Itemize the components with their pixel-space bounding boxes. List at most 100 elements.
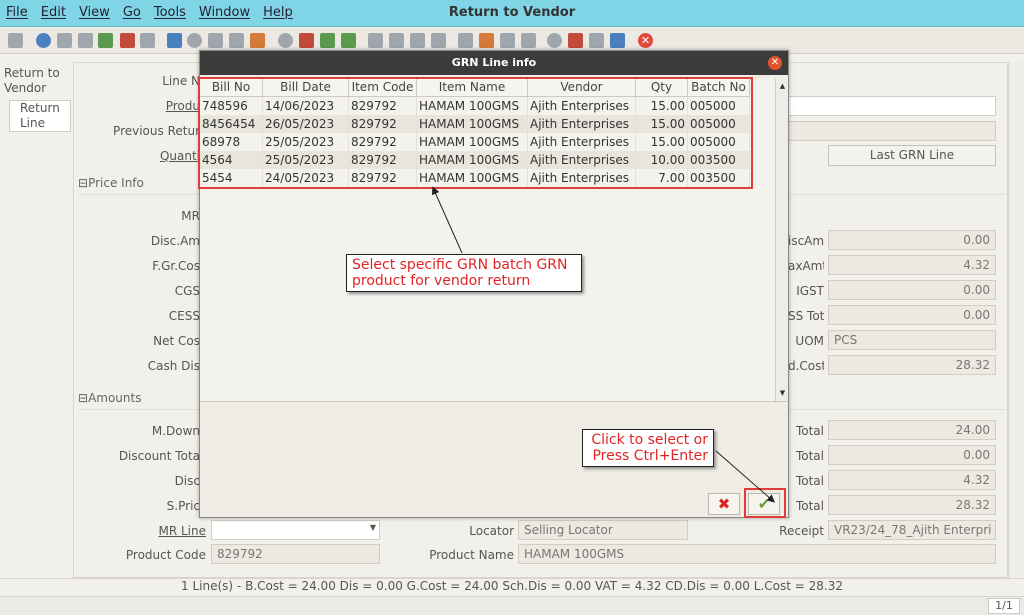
- close-icon: ✖: [717, 495, 731, 513]
- process-icon[interactable]: [568, 33, 583, 48]
- zoom-icon[interactable]: [547, 33, 562, 48]
- total-field[interactable]: 0.00: [828, 445, 996, 465]
- previous-return-label: Previous Retur: [113, 124, 200, 138]
- delete-icon[interactable]: [120, 33, 135, 48]
- disc-label: Disc: [174, 474, 200, 488]
- last-record-icon[interactable]: [431, 33, 446, 48]
- refresh-icon[interactable]: [167, 33, 182, 48]
- scroll-down-icon[interactable]: ▼: [777, 388, 788, 399]
- product-label: Produ: [165, 99, 200, 113]
- ld-cost-label: d.Cost: [788, 359, 824, 373]
- stop-icon[interactable]: ✕: [638, 33, 653, 48]
- price-info-section-label: Price Info: [88, 176, 144, 190]
- home-icon[interactable]: [299, 33, 314, 48]
- history-icon[interactable]: [250, 33, 265, 48]
- fgr-cost-label: F.Gr.Cos: [152, 259, 200, 273]
- right-disc-amt-label: iscAmt: [788, 234, 824, 248]
- amounts-section-label: Amounts: [88, 391, 142, 405]
- next-record-icon[interactable]: [410, 33, 425, 48]
- total-field[interactable]: 28.32: [828, 495, 996, 515]
- tab-return-line[interactable]: Return Line: [9, 100, 71, 132]
- undo-icon[interactable]: [8, 33, 23, 48]
- forward-icon[interactable]: [341, 33, 356, 48]
- igst-field[interactable]: 0.00: [828, 280, 996, 300]
- database-icon[interactable]: [610, 33, 625, 48]
- attachment-icon[interactable]: [208, 33, 223, 48]
- line-no-label: Line N: [162, 74, 200, 88]
- ld-cost-field[interactable]: 28.32: [828, 355, 996, 375]
- print-icon[interactable]: [500, 33, 515, 48]
- report-icon[interactable]: [278, 33, 293, 48]
- checkmark-icon: ✔: [757, 495, 771, 513]
- cess-label: CESS: [168, 309, 200, 323]
- close-icon[interactable]: ✕: [768, 56, 782, 70]
- help-icon[interactable]: [36, 33, 51, 48]
- total-label: Total: [795, 499, 824, 513]
- receipt-field[interactable]: VR23/24_78_Ajith Enterpri: [828, 520, 996, 540]
- print-preview-icon[interactable]: [140, 33, 155, 48]
- new-icon[interactable]: [57, 33, 72, 48]
- igst-label: IGST: [796, 284, 824, 298]
- window-title: Return to Vendor: [448, 5, 576, 20]
- chat-icon[interactable]: [229, 33, 244, 48]
- mr-line-label: MR Line: [158, 524, 206, 538]
- form-scrollbar[interactable]: [1008, 62, 1024, 578]
- copy-icon[interactable]: [78, 33, 93, 48]
- title-bar: File Edit View Go Tools Window Help Retu…: [0, 0, 1024, 27]
- bottom-bar: 1/1: [0, 596, 1024, 615]
- right-tax-amt-label: axAmt: [788, 259, 824, 273]
- product-code-field[interactable]: 829792: [211, 544, 380, 564]
- chevron-down-icon: ▼: [369, 523, 376, 532]
- table-scrollbar[interactable]: ▲ ▼: [775, 79, 788, 401]
- net-cost-label: Net Cos: [153, 334, 200, 348]
- archive-icon[interactable]: [479, 33, 494, 48]
- total-field[interactable]: 24.00: [828, 420, 996, 440]
- last-grn-line-button[interactable]: Last GRN Line: [828, 145, 996, 166]
- previous-return-field[interactable]: [788, 121, 996, 141]
- cess-tot-label: SS Tot: [788, 309, 824, 323]
- amounts-section[interactable]: ⊟Amounts: [78, 391, 141, 405]
- back-icon[interactable]: [320, 33, 335, 48]
- left-tabs: Return to Vendor Return Line: [0, 62, 72, 582]
- total-field[interactable]: 4.32: [828, 470, 996, 490]
- find-icon[interactable]: [187, 33, 202, 48]
- detail-icon[interactable]: [458, 33, 473, 48]
- receipt-label: Receipt: [779, 524, 824, 538]
- cess-tot-field[interactable]: 0.00: [828, 305, 996, 325]
- callout-line: Press Ctrl+Enter: [592, 448, 708, 464]
- cancel-button[interactable]: ✖: [708, 493, 740, 515]
- callout-line: Click to select or: [591, 432, 708, 448]
- mrp-label: MR: [181, 209, 200, 223]
- tax-amt-field[interactable]: 4.32: [828, 255, 996, 275]
- first-record-icon[interactable]: [368, 33, 383, 48]
- product-field[interactable]: [788, 96, 996, 116]
- discount-total-label: Discount Tota: [118, 449, 200, 463]
- ok-button[interactable]: ✔: [748, 493, 780, 515]
- disc-amt-field[interactable]: 0.00: [828, 230, 996, 250]
- locator-field[interactable]: Selling Locator: [518, 520, 688, 540]
- sprice-label: S.Pric: [166, 499, 200, 513]
- disc-amt-label: Disc.Am: [150, 234, 200, 248]
- price-info-section[interactable]: ⊟Price Info: [78, 176, 144, 190]
- previous-record-icon[interactable]: [389, 33, 404, 48]
- uom-field[interactable]: PCS: [828, 330, 996, 350]
- table-highlight-box: [198, 77, 753, 189]
- scroll-up-icon[interactable]: ▲: [777, 81, 788, 92]
- total-label: Total: [795, 449, 824, 463]
- product-name-field[interactable]: HAMAM 100GMS: [518, 544, 996, 564]
- workflow-icon[interactable]: [589, 33, 604, 48]
- cgst-label: CGS: [174, 284, 200, 298]
- tab-return-to-vendor[interactable]: Return to Vendor: [4, 66, 68, 96]
- total-label: Total: [795, 474, 824, 488]
- total-label: Total: [795, 424, 824, 438]
- quantity-label: Quanti: [159, 149, 200, 163]
- save-icon[interactable]: [98, 33, 113, 48]
- cash-dis-label: Cash Dis: [147, 359, 200, 373]
- export-icon[interactable]: [521, 33, 536, 48]
- locator-label: Locator: [469, 524, 514, 538]
- mr-line-select[interactable]: ▼: [211, 520, 380, 540]
- uom-label: UOM: [795, 334, 824, 348]
- product-code-label: Product Code: [125, 548, 206, 562]
- record-pager: 1/1: [988, 598, 1020, 614]
- click-select-callout: Click to select or Press Ctrl+Enter: [582, 429, 714, 467]
